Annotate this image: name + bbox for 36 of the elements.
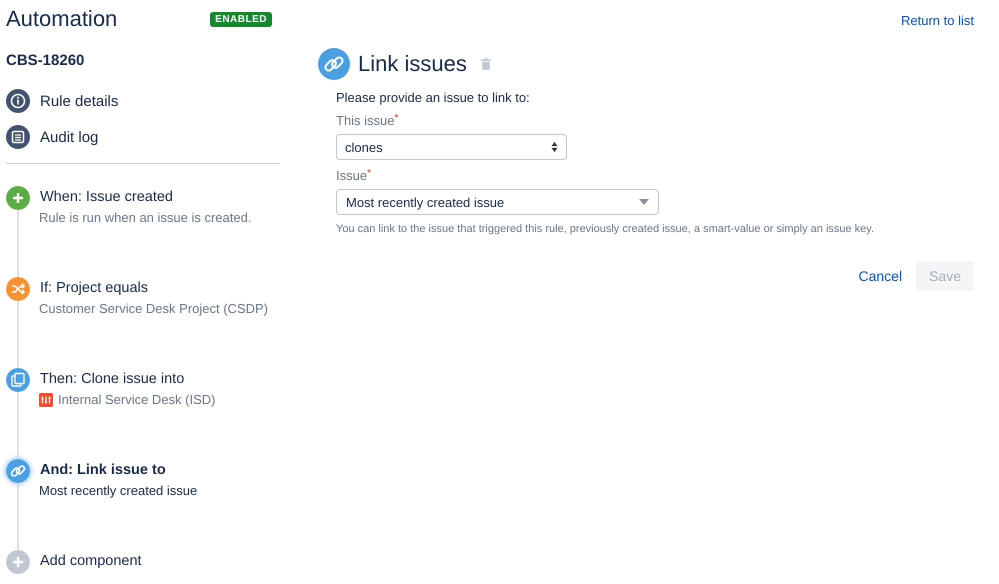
copy-icon[interactable]	[6, 368, 30, 392]
dropdown-field[interactable]: Most recently created issue	[336, 189, 659, 215]
trash-icon[interactable]	[480, 58, 491, 70]
return-link[interactable]: Return to list	[901, 13, 974, 28]
step-title[interactable]: When: Issue created	[40, 189, 252, 205]
stepper-icon	[551, 141, 558, 153]
list-icon[interactable]	[6, 125, 30, 149]
panel-title: Link issues	[358, 51, 467, 77]
step-description: Customer Service Desk Project (CSDP)	[39, 301, 268, 316]
page-title: Automation	[6, 6, 118, 32]
step-description: Rule is run when an issue is created.	[39, 210, 252, 225]
link-icon	[318, 48, 350, 80]
required-mark: *	[367, 168, 371, 179]
step-title[interactable]: And: Link issue to	[40, 462, 198, 478]
cancel-link[interactable]: Cancel	[858, 268, 902, 284]
step-title[interactable]: If: Project equals	[40, 280, 268, 296]
rule-key: CBS-18260	[6, 52, 280, 69]
field-label: Issue	[336, 168, 368, 183]
step-title[interactable]: Add component	[40, 553, 142, 569]
nav-link[interactable]: Rule details	[40, 92, 118, 110]
nav-link[interactable]: Audit log	[40, 128, 98, 146]
status-badge: ENABLED	[210, 12, 272, 26]
required-mark: *	[394, 113, 398, 124]
select-field[interactable]: clones	[336, 134, 567, 160]
step-title[interactable]: Then: Clone issue into	[40, 371, 216, 387]
step-description: Most recently created issue	[39, 483, 198, 498]
caret-icon	[639, 199, 649, 205]
field-label: This issue	[336, 113, 395, 128]
step-description: Internal Service Desk (ISD)	[58, 392, 216, 407]
plus-icon[interactable]	[6, 550, 30, 574]
link-icon[interactable]	[6, 459, 30, 483]
plus-icon[interactable]	[6, 186, 30, 210]
info-icon[interactable]	[6, 89, 30, 113]
form-intro: Please provide an issue to link to:	[336, 90, 531, 105]
help-text: You can link to the issue that triggered this rule, previously created issue, a smart-value or simply an issue key.	[336, 223, 876, 235]
shuffle-icon[interactable]	[6, 277, 30, 301]
